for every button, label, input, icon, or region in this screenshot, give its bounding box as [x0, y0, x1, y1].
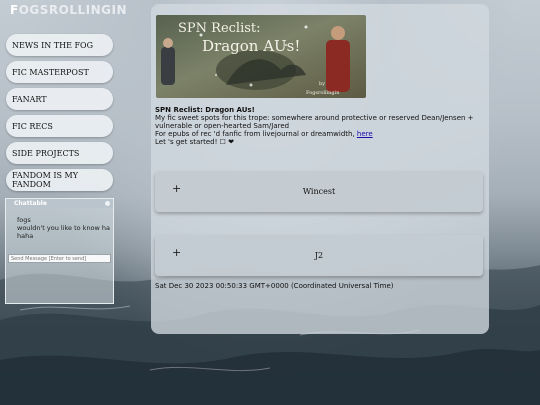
chat-message: haha: [17, 232, 34, 240]
nav-fanart[interactable]: FANART: [6, 88, 113, 110]
accordion-label: J2: [314, 251, 324, 260]
chat-widget: Chattable fogs wouldn't you like to know…: [5, 198, 114, 304]
chat-message: wouldn't you like to know ha: [17, 224, 111, 232]
chat-header: Chattable: [6, 199, 113, 208]
accordion-label: Wincest: [302, 187, 336, 196]
post-title: SPN Reclist: Dragon AUs!: [155, 106, 255, 114]
chat-message-input[interactable]: [8, 254, 111, 263]
nav-fic-recs[interactable]: FIC RECS: [6, 115, 113, 137]
nav-side-projects[interactable]: SIDE PROJECTS: [6, 142, 113, 164]
accordion-j2[interactable]: + J2: [155, 235, 483, 276]
sidebar-nav: NEWS IN THE FOG FIC MASTERPOST FANART FI…: [6, 34, 113, 196]
site-title[interactable]: FOGSROLLINGIN: [10, 3, 127, 17]
last-updated-timestamp: Sat Dec 30 2023 00:50:33 GMT+0000 (Coord…: [155, 282, 394, 290]
post-epub-line: For epubs of rec 'd fanfic from livejour…: [155, 130, 475, 138]
chat-title: Chattable: [14, 200, 47, 207]
nav-fic-masterpost[interactable]: FIC MASTERPOST: [6, 61, 113, 83]
banner-credit-name: Fogsrollingin: [306, 90, 340, 96]
post-epub-text: For epubs of rec 'd fanfic from livejour…: [155, 130, 357, 138]
nav-fandom-is-my-fandom[interactable]: FANDOM IS MY FANDOM: [6, 169, 113, 191]
site-title-initial: F: [10, 3, 19, 17]
accordion-wincest[interactable]: + Wincest: [155, 171, 483, 212]
chat-messages: fogs wouldn't you like to know ha haha: [6, 208, 113, 240]
main-panel: SPN Reclist: Dragon AUs! by Fogsrollingi…: [151, 4, 489, 334]
chat-message: fogs: [17, 216, 31, 224]
chat-settings-icon[interactable]: [105, 201, 110, 206]
nav-news-in-the-fog[interactable]: NEWS IN THE FOG: [6, 34, 113, 56]
post-line: Let 's get started! ☐ ❤: [155, 138, 235, 146]
post-banner-image: SPN Reclist: Dragon AUs! by Fogsrollingi…: [156, 15, 366, 98]
banner-artwork: SPN Reclist: Dragon AUs! by Fogsrollingi…: [156, 15, 366, 98]
post-line: My fic sweet spots for this trope: somew…: [155, 114, 474, 122]
site-title-rest: OGSROLLINGIN: [18, 3, 127, 17]
post-body: My fic sweet spots for this trope: somew…: [155, 114, 475, 146]
epub-link[interactable]: here: [357, 130, 373, 138]
banner-credit-by: by: [319, 81, 325, 87]
post-line: vulnerable or open-hearted Sam/Jared: [155, 122, 290, 130]
banner-title-line2: Dragon AUs!: [202, 37, 300, 55]
banner-title-line1: SPN Reclist:: [178, 21, 261, 36]
